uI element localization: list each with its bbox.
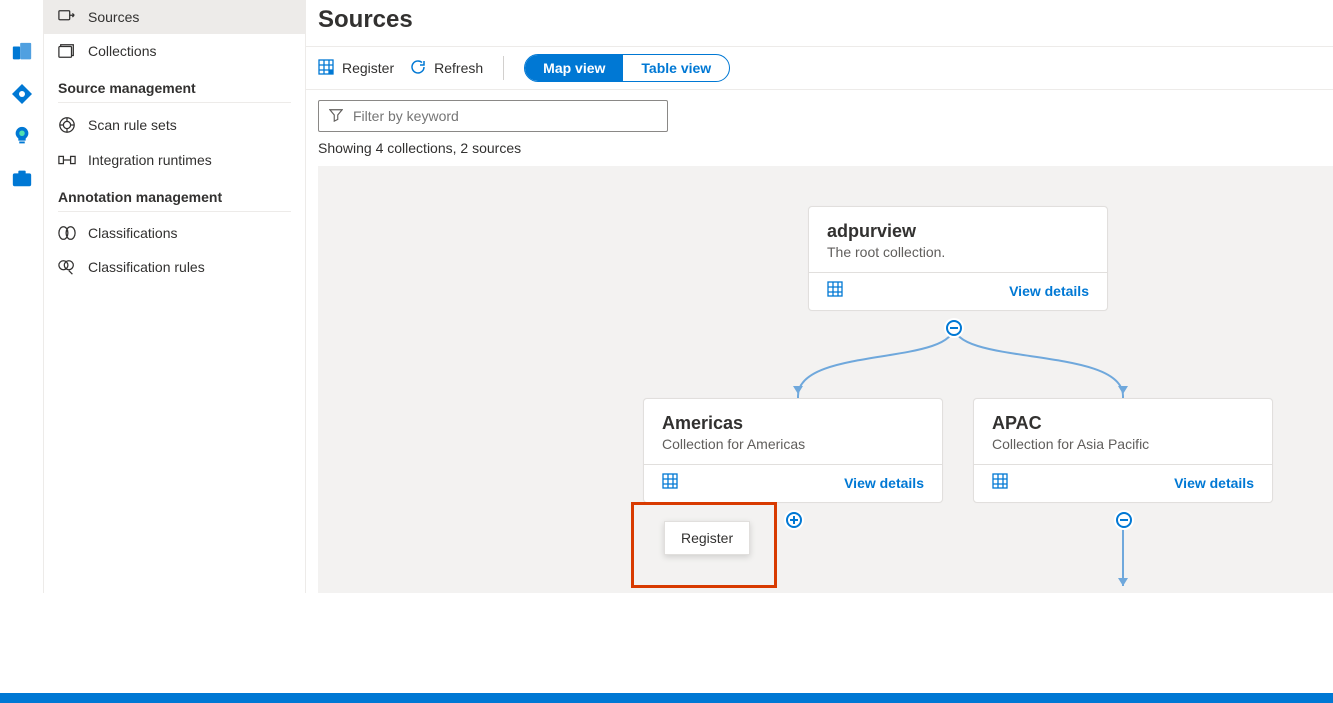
nav-label: Collections — [88, 43, 156, 59]
view-toggle: Map view Table view — [524, 54, 730, 82]
sources-icon — [58, 9, 76, 25]
node-subtitle: Collection for Asia Pacific — [992, 436, 1254, 452]
rail-map-icon[interactable] — [10, 82, 34, 106]
icon-rail — [0, 0, 44, 593]
nav-item-scan-rule-sets[interactable]: Scan rule sets — [44, 107, 305, 143]
collapse-badge[interactable] — [1114, 510, 1134, 530]
node-title: Americas — [662, 413, 924, 434]
filter-icon — [329, 108, 343, 125]
main-content: Sources Register Refresh Map view Table … — [306, 0, 1333, 593]
toolbar: Register Refresh Map view Table view — [306, 46, 1333, 90]
refresh-label: Refresh — [434, 60, 483, 76]
nav-label: Classifications — [88, 225, 177, 241]
rail-insights-icon[interactable] — [10, 124, 34, 148]
expand-badge[interactable] — [784, 510, 804, 530]
grid-icon[interactable] — [827, 281, 843, 300]
nav-panel: Sources Collections Source management Sc… — [44, 0, 306, 593]
rail-collection-icon[interactable] — [10, 40, 34, 64]
node-apac[interactable]: APAC Collection for Asia Pacific View de… — [973, 398, 1273, 503]
integration-runtimes-icon — [58, 152, 76, 168]
nav-item-integration-runtimes[interactable]: Integration runtimes — [44, 143, 305, 177]
classifications-icon — [58, 225, 76, 241]
nav-item-classification-rules[interactable]: Classification rules — [44, 250, 305, 284]
nav-item-sources[interactable]: Sources — [44, 0, 305, 34]
nav-label: Sources — [88, 9, 139, 25]
map-view-tab[interactable]: Map view — [525, 55, 623, 81]
view-details-link[interactable]: View details — [1009, 283, 1089, 299]
register-icon — [318, 59, 334, 78]
nav-section-source-mgmt: Source management — [44, 68, 305, 102]
nav-item-collections[interactable]: Collections — [44, 34, 305, 68]
refresh-button[interactable]: Refresh — [410, 59, 483, 78]
classification-rules-icon — [58, 259, 76, 275]
node-title: APAC — [992, 413, 1254, 434]
register-label: Register — [342, 60, 394, 76]
popup-label: Register — [681, 530, 733, 546]
nav-item-classifications[interactable]: Classifications — [44, 216, 305, 250]
nav-label: Scan rule sets — [88, 117, 177, 133]
register-button[interactable]: Register — [318, 59, 394, 78]
node-subtitle: The root collection. — [827, 244, 1089, 260]
status-line: Showing 4 collections, 2 sources — [306, 132, 1333, 166]
view-details-link[interactable]: View details — [1174, 475, 1254, 491]
grid-icon[interactable] — [662, 473, 678, 492]
collapse-badge[interactable] — [944, 318, 964, 338]
node-americas[interactable]: Americas Collection for Americas View de… — [643, 398, 943, 503]
scan-rule-sets-icon — [58, 116, 76, 134]
filter-input[interactable] — [318, 100, 668, 132]
map-canvas[interactable]: adpurview The root collection. View deta… — [318, 166, 1333, 593]
nav-section-anno-mgmt: Annotation management — [44, 177, 305, 211]
rail-management-icon[interactable] — [10, 166, 34, 190]
nav-label: Integration runtimes — [88, 152, 212, 168]
refresh-icon — [410, 59, 426, 78]
register-popup[interactable]: Register — [664, 521, 750, 555]
node-title: adpurview — [827, 221, 1089, 242]
node-subtitle: Collection for Americas — [662, 436, 924, 452]
collections-icon — [58, 43, 76, 59]
grid-icon[interactable] — [992, 473, 1008, 492]
bottom-bar — [0, 693, 1333, 703]
filter-text-input[interactable] — [351, 107, 657, 125]
view-details-link[interactable]: View details — [844, 475, 924, 491]
nav-label: Classification rules — [88, 259, 205, 275]
page-title: Sources — [306, 0, 1333, 46]
node-root[interactable]: adpurview The root collection. View deta… — [808, 206, 1108, 311]
table-view-tab[interactable]: Table view — [623, 55, 729, 81]
